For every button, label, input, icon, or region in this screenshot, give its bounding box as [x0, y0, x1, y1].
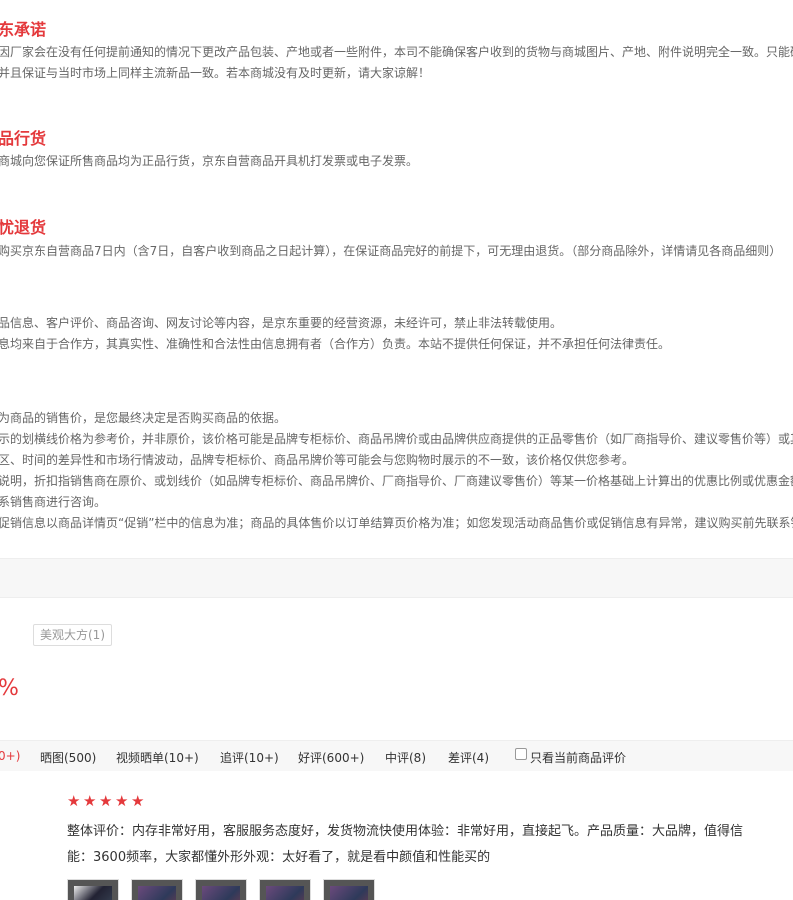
review-tag[interactable]: 美观大方(1) [33, 624, 112, 646]
good-rate-value: % [0, 676, 19, 701]
section-text-line: 区、时间的差异性和市场行情波动，品牌专柜标价、商品吊牌价等可能会与您购物时展示的… [0, 453, 635, 467]
section-text-line: 购买京东自营商品7日内（含7日，自客户收到商品之日起计算），在保证商品完好的前提… [0, 244, 782, 258]
filter-tab-negative[interactable]: 差评(4) [448, 749, 489, 766]
review-photo-thumb[interactable] [67, 879, 119, 900]
section-title-return: 忧退货 [0, 218, 47, 237]
review-header-band [0, 558, 793, 598]
filter-tab-all[interactable]: 0+) [0, 749, 20, 763]
review-star-rating: ★ ★ ★ ★ ★ [67, 792, 145, 810]
review-filter-bar: 0+) 晒图(500) 视频晒单(10+) 追评(10+) 好评(600+) 中… [0, 740, 793, 771]
review-photo-list [67, 879, 375, 900]
filter-tab-followup[interactable]: 追评(10+) [220, 749, 279, 766]
filter-tab-positive[interactable]: 好评(600+) [298, 749, 364, 766]
star-icon: ★ [83, 792, 97, 810]
section-text-line: 说明，折扣指销售商在原价、或划线价（如品牌专柜标价、商品吊牌价、厂商指导价、厂商… [0, 474, 793, 488]
review-photo-thumb[interactable] [259, 879, 311, 900]
review-photo-thumb[interactable] [323, 879, 375, 900]
review-photo-thumb[interactable] [131, 879, 183, 900]
section-text-line: 促销信息以商品详情页“促销”栏中的信息为准；商品的具体售价以订单结算页价格为准；… [0, 516, 793, 530]
star-icon: ★ [67, 792, 81, 810]
section-text-line: 品信息、客户评价、商品咨询、网友讨论等内容，是京东重要的经营资源，未经许可，禁止… [0, 316, 563, 330]
section-text-line: 因厂家会在没有任何提前通知的情况下更改产品包装、产地或者一些附件，本司不能确保客… [0, 45, 793, 59]
filter-tab-videos[interactable]: 视频晒单(10+) [116, 749, 199, 766]
section-title-genuine: 品行货 [0, 129, 47, 148]
section-title-promise: 东承诺 [0, 20, 47, 39]
filter-tab-neutral[interactable]: 中评(8) [385, 749, 426, 766]
review-comment-line: 能：3600频率，大家都懂外形外观：太好看了，就是看中颜值和性能买的 [67, 850, 491, 865]
filter-tab-photos[interactable]: 晒图(500) [40, 749, 96, 766]
review-comment-line: 整体评价：内存非常好用，客服服务态度好，发货物流快使用体验：非常好用，直接起飞。… [67, 824, 744, 839]
section-text-line: 息均来自于合作方，其真实性、准确性和合法性由信息拥有者（合作方）负责。本站不提供… [0, 337, 671, 351]
star-icon: ★ [99, 792, 113, 810]
section-text-line: 示的划横线价格为参考价，并非原价，该价格可能是品牌专柜标价、商品吊牌价或由品牌供… [0, 432, 793, 446]
section-text-line: 为商品的销售价，是您最终决定是否购买商品的依据。 [0, 411, 287, 425]
section-text-line: 系销售商进行咨询。 [0, 495, 107, 509]
section-text-line: 并且保证与当时市场上同样主流新品一致。若本商城没有及时更新，请大家谅解！ [0, 66, 431, 80]
star-icon: ★ [131, 792, 145, 810]
section-text-line: 商城向您保证所售商品均为正品行货，京东自营商品开具机打发票或电子发票。 [0, 154, 419, 168]
only-current-checkbox[interactable] [515, 748, 527, 760]
star-icon: ★ [115, 792, 129, 810]
review-photo-thumb[interactable] [195, 879, 247, 900]
only-current-label: 只看当前商品评价 [530, 751, 627, 765]
